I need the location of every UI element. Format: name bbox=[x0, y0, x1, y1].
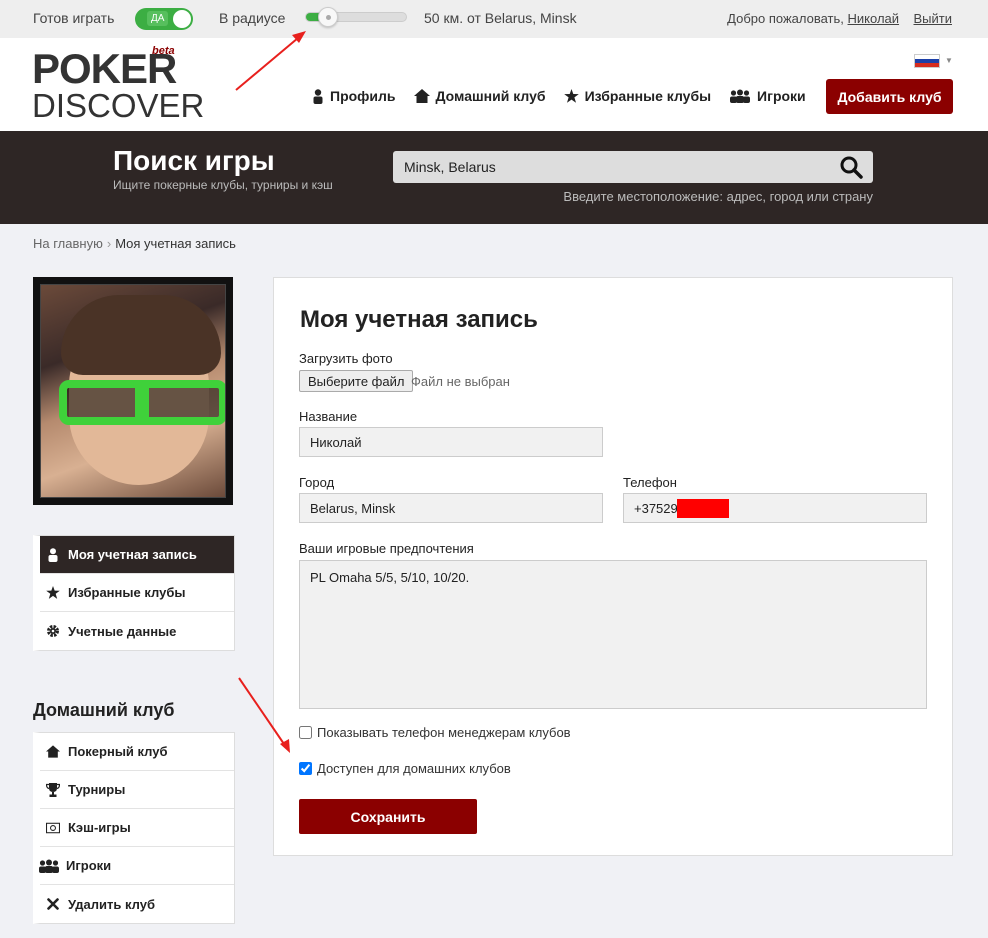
preferences-textarea[interactable]: PL Omaha 5/5, 5/10, 10/20. bbox=[299, 560, 927, 709]
city-field[interactable] bbox=[299, 493, 603, 523]
nav-profile[interactable]: Профиль bbox=[312, 88, 396, 104]
file-status: Файл не выбран bbox=[411, 374, 510, 389]
search-subtitle: Ищите покерные клубы, турниры и кэш bbox=[113, 178, 333, 192]
menu-my-account[interactable]: Моя учетная запись bbox=[40, 536, 234, 574]
home-icon bbox=[46, 745, 60, 758]
preferences-label: Ваши игровые предпочтения bbox=[299, 541, 474, 556]
add-club-button[interactable]: Добавить клуб bbox=[826, 79, 953, 114]
location-search-input[interactable] bbox=[393, 151, 823, 183]
menu-poker-club[interactable]: Покерный клуб bbox=[40, 733, 234, 771]
show-phone-checkbox[interactable] bbox=[299, 726, 312, 739]
main-nav: Профиль Домашний клуб Избранные клубы Иг… bbox=[312, 88, 824, 104]
menu-delete-club[interactable]: Удалить клуб bbox=[40, 885, 234, 923]
welcome-text: Добро пожаловать, Николай Выйти bbox=[727, 11, 952, 26]
search-hint: Введите местоположение: адрес, город или… bbox=[563, 189, 873, 204]
chevron-down-icon[interactable]: ▼ bbox=[945, 56, 953, 65]
breadcrumb-separator: › bbox=[106, 236, 112, 251]
nav-players-label: Игроки bbox=[757, 88, 806, 104]
name-label: Название bbox=[299, 409, 358, 424]
person-icon bbox=[313, 88, 323, 104]
toggle-knob bbox=[173, 10, 191, 28]
menu-favorite-clubs-label: Избранные клубы bbox=[68, 585, 186, 600]
phone-field[interactable] bbox=[623, 493, 927, 523]
ready-to-play-label: Готов играть bbox=[33, 10, 115, 26]
menu-cash-games-label: Кэш-игры bbox=[68, 820, 131, 835]
search-band: Поиск игры Ищите покерные клубы, турниры… bbox=[0, 131, 988, 224]
menu-delete-club-label: Удалить клуб bbox=[68, 896, 155, 912]
home-club-title: Домашний клуб bbox=[33, 700, 175, 720]
photo-glasses bbox=[59, 380, 225, 425]
gear-icon bbox=[47, 625, 59, 637]
available-for-home-clubs-checkbox[interactable] bbox=[299, 762, 312, 775]
ready-toggle[interactable]: ДА bbox=[135, 8, 193, 30]
page-title: Моя учетная запись bbox=[300, 306, 538, 333]
menu-tournaments-label: Турниры bbox=[68, 782, 126, 797]
search-box bbox=[393, 151, 873, 183]
top-bar: Готов играть ДА В радиусе 50 км. от Bela… bbox=[0, 0, 988, 38]
nav-favorite-clubs[interactable]: Избранные клубы bbox=[563, 88, 712, 104]
menu-poker-club-label: Покерный клуб bbox=[68, 744, 168, 759]
available-label: Доступен для домашних клубов bbox=[317, 761, 511, 776]
menu-cash-games[interactable]: Кэш-игры bbox=[40, 809, 234, 847]
phone-label: Телефон bbox=[623, 475, 677, 490]
home-club-menu: Покерный клуб Турниры Кэш-игры Игроки Уд… bbox=[33, 732, 235, 924]
nav-profile-label: Профиль bbox=[330, 88, 396, 104]
logout-link[interactable]: Выйти bbox=[914, 11, 953, 26]
cash-icon bbox=[46, 822, 60, 833]
account-form-panel: Моя учетная запись Загрузить фото Выбери… bbox=[273, 277, 953, 856]
menu-my-account-label: Моя учетная запись bbox=[68, 547, 197, 562]
russia-flag-icon[interactable] bbox=[914, 54, 940, 68]
save-button[interactable]: Сохранить bbox=[299, 799, 477, 834]
search-title: Поиск игры bbox=[113, 145, 275, 176]
toggle-label: ДА bbox=[147, 11, 169, 26]
close-icon bbox=[47, 898, 59, 910]
site-header: POKER beta DISCOVER ▼ Профиль Домашний к… bbox=[0, 38, 988, 131]
photo-hair bbox=[61, 295, 221, 375]
available-checkbox-row[interactable]: Доступен для домашних клубов bbox=[299, 761, 511, 776]
logo-discover: DISCOVER bbox=[32, 87, 205, 124]
group-icon bbox=[39, 859, 59, 873]
city-label: Город bbox=[299, 475, 335, 490]
star-icon bbox=[46, 586, 60, 599]
menu-club-players[interactable]: Игроки bbox=[39, 847, 234, 885]
trophy-icon bbox=[46, 782, 60, 797]
photo-label: Загрузить фото bbox=[299, 351, 393, 366]
nav-home-club-label: Домашний клуб bbox=[435, 88, 546, 104]
breadcrumb: На главную › Моя учетная запись bbox=[33, 236, 236, 251]
star-icon bbox=[563, 89, 579, 103]
show-phone-label: Показывать телефон менеджерам клубов bbox=[317, 725, 571, 740]
welcome-label: Добро пожаловать, bbox=[727, 11, 844, 26]
phone-redaction bbox=[677, 499, 729, 518]
person-icon bbox=[48, 547, 58, 562]
menu-club-players-label: Игроки bbox=[66, 858, 112, 873]
breadcrumb-current: Моя учетная запись bbox=[115, 236, 236, 251]
logo-beta: beta bbox=[152, 45, 175, 57]
menu-favorite-clubs[interactable]: Избранные клубы bbox=[40, 574, 234, 612]
radius-slider-handle[interactable] bbox=[318, 7, 338, 27]
site-logo[interactable]: POKER beta DISCOVER bbox=[32, 45, 204, 124]
show-phone-checkbox-row[interactable]: Показывать телефон менеджерам клубов bbox=[299, 725, 571, 740]
profile-photo bbox=[40, 284, 226, 498]
name-field[interactable] bbox=[299, 427, 603, 457]
nav-favorite-clubs-label: Избранные клубы bbox=[584, 88, 712, 104]
menu-credentials-label: Учетные данные bbox=[68, 623, 177, 639]
group-icon bbox=[730, 89, 751, 103]
nav-home-club[interactable]: Домашний клуб bbox=[413, 88, 546, 104]
breadcrumb-home-link[interactable]: На главную bbox=[33, 236, 103, 251]
home-icon bbox=[413, 89, 430, 103]
radius-slider[interactable] bbox=[305, 7, 407, 27]
search-icon[interactable] bbox=[839, 155, 863, 179]
avatar bbox=[33, 277, 233, 505]
nav-players[interactable]: Игроки bbox=[729, 88, 806, 104]
radius-label: В радиусе bbox=[219, 10, 286, 26]
choose-file-button[interactable]: Выберите файл bbox=[299, 370, 414, 392]
menu-tournaments[interactable]: Турниры bbox=[40, 771, 234, 809]
account-menu: Моя учетная запись Избранные клубы Учетн… bbox=[33, 535, 235, 651]
user-name-link[interactable]: Николай bbox=[848, 11, 900, 26]
menu-credentials[interactable]: Учетные данные bbox=[40, 612, 234, 650]
distance-text: 50 км. от Belarus, Minsk bbox=[424, 10, 577, 26]
